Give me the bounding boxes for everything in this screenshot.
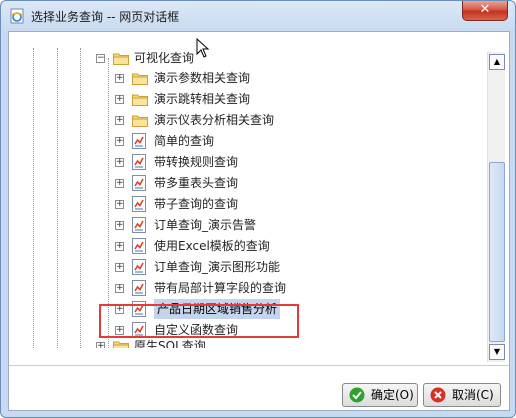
ok-button[interactable]: 确定(O): [342, 383, 418, 407]
expand-icon[interactable]: +: [115, 95, 124, 104]
ok-button-label: 确定(O): [371, 388, 414, 402]
collapse-icon[interactable]: −: [96, 54, 105, 63]
cancel-button-label: 取消(C): [452, 388, 494, 402]
tree-report-item[interactable]: + 使用Excel模板的查询: [17, 236, 483, 256]
report-chart-icon: [132, 280, 146, 296]
folder-icon: [113, 51, 129, 65]
tree-report-item[interactable]: + 带多重表头查询: [17, 173, 483, 193]
check-icon: [349, 387, 365, 403]
expand-icon[interactable]: +: [96, 342, 105, 348]
close-button[interactable]: ✕: [462, 1, 508, 21]
folder-icon: [132, 92, 148, 106]
expand-icon[interactable]: +: [115, 200, 124, 209]
ie-page-icon: [10, 8, 24, 24]
tree-item-label: 使用Excel模板的查询: [154, 239, 270, 253]
tree-item-label: 简单的查询: [154, 134, 215, 148]
tree-folder-item[interactable]: + 演示仪表分析相关查询: [17, 110, 483, 130]
tree-item-label: 带多重表头查询: [154, 176, 239, 190]
tree-report-item[interactable]: + 带有局部计算字段的查询: [17, 278, 483, 298]
tree-report-item[interactable]: + 带子查询的查询: [17, 194, 483, 214]
expand-icon[interactable]: +: [115, 74, 124, 83]
folder-icon: [132, 71, 148, 85]
report-chart-icon: [132, 259, 146, 275]
query-tree[interactable]: − 可视化查询 + 演示参数相关查询 + 演示跳转相关查询 + 演示仪表分析相关查询 + 简单的查…: [17, 48, 483, 348]
report-chart-icon: [132, 196, 146, 212]
tree-item-label: 带子查询的查询: [154, 197, 239, 211]
tree-folder-item[interactable]: + 演示跳转相关查询: [17, 89, 483, 109]
report-chart-icon: [132, 154, 146, 170]
scroll-up-arrow-icon[interactable]: ▲: [489, 54, 505, 70]
tree-item-label: 订单查询_演示告警: [154, 218, 257, 232]
scroll-thumb[interactable]: [489, 162, 505, 342]
scroll-down-arrow-icon[interactable]: ▼: [489, 344, 505, 360]
title-bar: 选择业务查询 -- 网页对话框 ✕: [1, 1, 515, 31]
tree-group-visual-query[interactable]: − 可视化查询: [17, 48, 483, 68]
expand-icon[interactable]: +: [115, 158, 124, 167]
expand-icon[interactable]: +: [115, 263, 124, 272]
tree-item-label: 演示参数相关查询: [154, 71, 251, 85]
tree-report-item[interactable]: + 带转换规则查询: [17, 152, 483, 172]
dialog-body: − 可视化查询 + 演示参数相关查询 + 演示跳转相关查询 + 演示仪表分析相关查询 + 简单的查…: [8, 31, 510, 411]
dialog-window: 选择业务查询 -- 网页对话框 ✕ − 可视化查询 + 演示参数相关查询 + 演示跳转相关…: [0, 0, 516, 418]
report-chart-icon: [132, 133, 146, 149]
folder-icon: [132, 113, 148, 127]
red-highlight-box: [99, 304, 299, 338]
tree-report-item[interactable]: + 简单的查询: [17, 131, 483, 151]
window-title: 选择业务查询 -- 网页对话框: [31, 10, 180, 24]
tree-item-label: 演示仪表分析相关查询: [154, 113, 275, 127]
tree-report-item[interactable]: + 订单查询_演示告警: [17, 215, 483, 235]
expand-icon[interactable]: +: [115, 137, 124, 146]
cancel-icon: [430, 387, 446, 403]
tree-item-label: 订单查询_演示图形功能: [154, 260, 281, 274]
mouse-pointer-icon: [196, 38, 210, 58]
expand-icon[interactable]: +: [115, 221, 124, 230]
tree-item-label: 带转换规则查询: [154, 155, 239, 169]
report-chart-icon: [132, 175, 146, 191]
expand-icon[interactable]: +: [115, 242, 124, 251]
expand-icon[interactable]: +: [115, 179, 124, 188]
cancel-button[interactable]: 取消(C): [423, 383, 501, 407]
tree-report-item[interactable]: + 订单查询_演示图形功能: [17, 257, 483, 277]
expand-icon[interactable]: +: [115, 284, 124, 293]
tree-folder-item[interactable]: + 演示参数相关查询: [17, 68, 483, 88]
tree-item-label: 带有局部计算字段的查询: [154, 281, 287, 295]
report-chart-icon: [132, 217, 146, 233]
vertical-scrollbar[interactable]: ▲ ▼: [487, 52, 505, 362]
report-chart-icon: [132, 238, 146, 254]
footer-divider: [9, 365, 509, 366]
folder-icon: [113, 339, 129, 348]
tree-item-label: 演示跳转相关查询: [154, 92, 251, 106]
expand-icon[interactable]: +: [115, 116, 124, 125]
tree-item-label: 可视化查询: [134, 51, 195, 65]
